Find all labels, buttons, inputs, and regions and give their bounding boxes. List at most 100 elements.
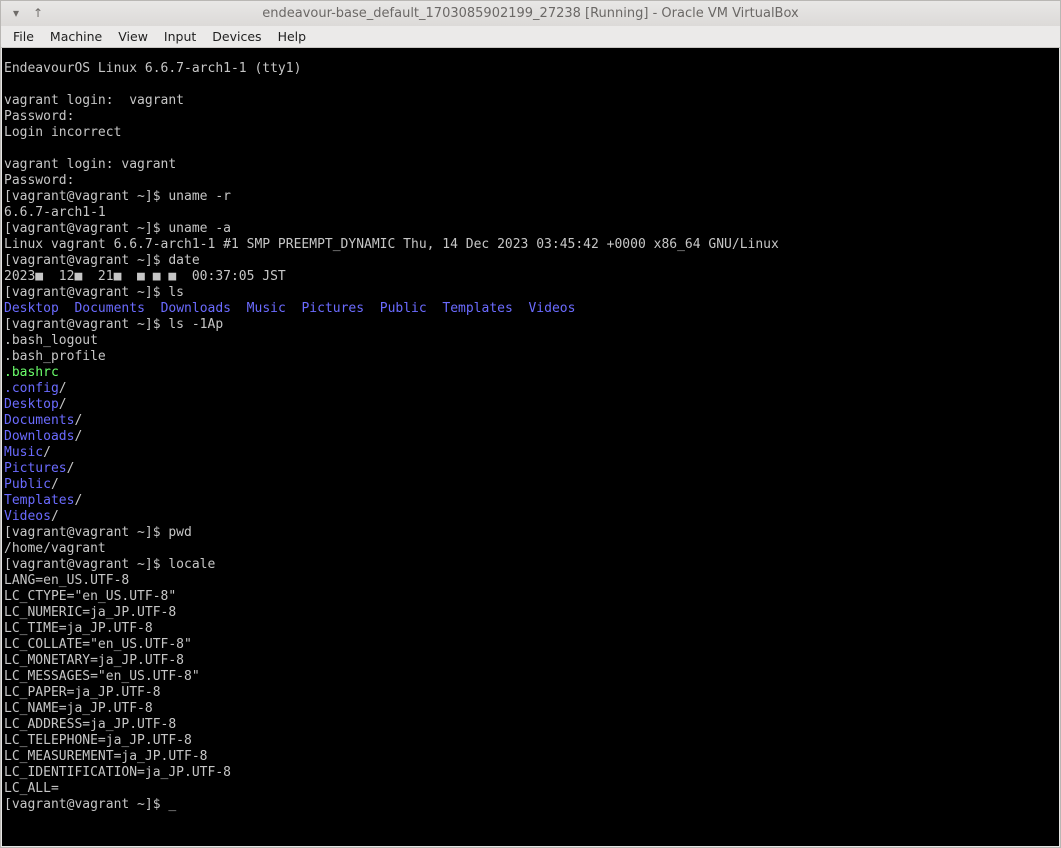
console-line: [vagrant@vagrant ~]$ _	[4, 797, 779, 813]
console-text: LC_ADDRESS=ja_JP.UTF-8	[4, 717, 177, 732]
console-text: vagrant login: vagrant	[4, 157, 177, 172]
console-line: LC_NUMERIC=ja_JP.UTF-8	[4, 605, 779, 621]
console-line: Templates/	[4, 493, 779, 509]
console-text: LC_CTYPE="en_US.UTF-8"	[4, 589, 177, 604]
console-line: Music/	[4, 445, 779, 461]
console-text: [vagrant@vagrant ~]$ uname -r	[4, 189, 231, 204]
menu-help[interactable]: Help	[270, 26, 315, 47]
directory-entry: Videos	[528, 301, 576, 316]
console-text: LC_MEASUREMENT=ja_JP.UTF-8	[4, 749, 208, 764]
console-line: vagrant login: vagrant	[4, 157, 779, 173]
directory-entry: Desktop	[4, 301, 59, 316]
console-text: .bash_profile	[4, 349, 106, 364]
console-line: LC_COLLATE="en_US.UTF-8"	[4, 637, 779, 653]
console-line: LC_TELEPHONE=ja_JP.UTF-8	[4, 733, 779, 749]
console-text: [vagrant@vagrant ~]$ locale	[4, 557, 216, 572]
console-line: LC_MEASUREMENT=ja_JP.UTF-8	[4, 749, 779, 765]
directory-entry: Downloads	[4, 429, 75, 444]
menu-input[interactable]: Input	[156, 26, 204, 47]
console-text: LC_MESSAGES="en_US.UTF-8"	[4, 669, 200, 684]
executable-entry: .bashrc	[4, 365, 59, 380]
console-line: Password:	[4, 173, 779, 189]
console-text: LC_MONETARY=ja_JP.UTF-8	[4, 653, 185, 668]
console-line: Public/	[4, 477, 779, 493]
console-line: Documents/	[4, 413, 779, 429]
console-line: /home/vagrant	[4, 541, 779, 557]
console-line: [vagrant@vagrant ~]$ locale	[4, 557, 779, 573]
directory-entry: Templates	[4, 493, 75, 508]
console-text: LC_NAME=ja_JP.UTF-8	[4, 701, 153, 716]
console-line: Pictures/	[4, 461, 779, 477]
directory-entry: Public	[379, 301, 427, 316]
console-line: 6.6.7-arch1-1	[4, 205, 779, 221]
console-text: [vagrant@vagrant ~]$	[4, 797, 169, 812]
console-text: LANG=en_US.UTF-8	[4, 573, 130, 588]
console-text: [vagrant@vagrant ~]$ uname -a	[4, 221, 231, 236]
directory-entry: Music	[4, 445, 44, 460]
directory-entry: Pictures	[301, 301, 365, 316]
virtualbox-window: ▾ ↑ endeavour-base_default_1703085902199…	[0, 0, 1061, 848]
console-line: .bashrc	[4, 365, 779, 381]
console-text: [vagrant@vagrant ~]$ ls -1Ap	[4, 317, 224, 332]
directory-entry: Music	[246, 301, 286, 316]
console-text: /	[74, 429, 83, 444]
console-line: LC_ALL=	[4, 781, 779, 797]
console-line: LC_MONETARY=ja_JP.UTF-8	[4, 653, 779, 669]
console-text: 2023■ 12■ 21■ ■ ■ ■ 00:37:05 JST	[4, 269, 286, 284]
console-line: LC_NAME=ja_JP.UTF-8	[4, 701, 779, 717]
console-line: .bash_profile	[4, 349, 779, 365]
console-text: LC_COLLATE="en_US.UTF-8"	[4, 637, 192, 652]
directory-entry: Documents	[74, 301, 145, 316]
console-text: 6.6.7-arch1-1	[4, 205, 106, 220]
console-line: [vagrant@vagrant ~]$ uname -r	[4, 189, 779, 205]
title-bar[interactable]: ▾ ↑ endeavour-base_default_1703085902199…	[1, 1, 1060, 27]
console-line: [vagrant@vagrant ~]$ pwd	[4, 525, 779, 541]
console-text: /	[58, 397, 67, 412]
console-line: EndeavourOS Linux 6.6.7-arch1-1 (tty1)	[4, 61, 779, 77]
menu-bar: File Machine View Input Devices Help	[1, 26, 1060, 48]
console-text: LC_TIME=ja_JP.UTF-8	[4, 621, 153, 636]
vm-display[interactable]: EndeavourOS Linux 6.6.7-arch1-1 (tty1) va…	[2, 48, 1059, 846]
console-line: Login incorrect	[4, 125, 779, 141]
console-line: LC_TIME=ja_JP.UTF-8	[4, 621, 779, 637]
console-line: Downloads/	[4, 429, 779, 445]
console-text: LC_TELEPHONE=ja_JP.UTF-8	[4, 733, 192, 748]
console-line: .config/	[4, 381, 779, 397]
console-text: .bash_logout	[4, 333, 98, 348]
directory-entry: Documents	[4, 413, 75, 428]
console-line: [vagrant@vagrant ~]$ uname -a	[4, 221, 779, 237]
console-text: /	[50, 509, 59, 524]
console-line: LC_PAPER=ja_JP.UTF-8	[4, 685, 779, 701]
console-output: EndeavourOS Linux 6.6.7-arch1-1 (tty1) va…	[2, 61, 779, 813]
console-line: Linux vagrant 6.6.7-arch1-1 #1 SMP PREEM…	[4, 237, 779, 253]
directory-entry: Templates	[442, 301, 513, 316]
console-text: /	[66, 461, 75, 476]
console-text: /	[50, 477, 59, 492]
directory-entry: Downloads	[160, 301, 232, 316]
console-line: 2023■ 12■ 21■ ■ ■ ■ 00:37:05 JST	[4, 269, 779, 285]
console-text: [vagrant@vagrant ~]$ pwd	[4, 525, 192, 540]
console-text: LC_IDENTIFICATION=ja_JP.UTF-8	[4, 765, 231, 780]
console-text: EndeavourOS Linux 6.6.7-arch1-1 (tty1)	[4, 61, 302, 76]
console-line: LANG=en_US.UTF-8	[4, 573, 779, 589]
directory-entry: Desktop	[4, 397, 59, 412]
console-line: [vagrant@vagrant ~]$ date	[4, 253, 779, 269]
console-line: LC_IDENTIFICATION=ja_JP.UTF-8	[4, 765, 779, 781]
menu-view[interactable]: View	[110, 26, 156, 47]
console-text: /	[43, 445, 51, 460]
directory-entry: .config	[4, 381, 59, 396]
console-line: .bash_logout	[4, 333, 779, 349]
menu-devices[interactable]: Devices	[204, 26, 269, 47]
console-text: LC_PAPER=ja_JP.UTF-8	[4, 685, 161, 700]
menu-file[interactable]: File	[1, 26, 42, 47]
menu-machine[interactable]: Machine	[42, 26, 110, 47]
